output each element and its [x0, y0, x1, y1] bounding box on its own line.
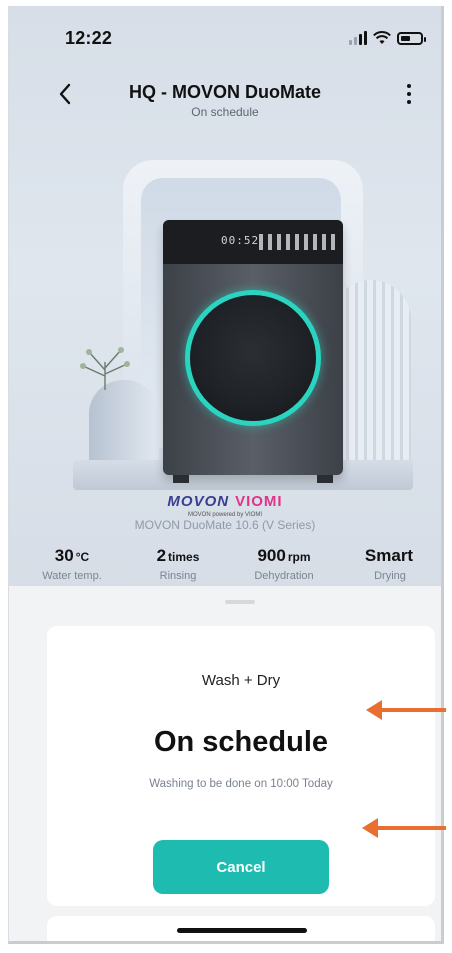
wash-mode: Wash + Dry: [201, 672, 281, 689]
product-hero: 12:22 HQ - MOVON DuoMate On schedule 00:…: [9, 6, 441, 596]
signal-icon: [349, 31, 367, 45]
more-options-button[interactable]: [399, 80, 419, 108]
status-bar: 12:22: [9, 28, 441, 52]
washer-door: [185, 290, 321, 426]
schedule-note: Washing to be done on 10:00 Today: [149, 778, 333, 790]
brand-viomi: VIOMI: [235, 493, 283, 510]
machine-display: 00:52: [221, 234, 260, 247]
schedule-status: On schedule: [153, 726, 329, 758]
stat-dehydration: 900 rpm Dehydration: [254, 546, 314, 582]
annotation-arrow: [362, 818, 446, 838]
annotation-arrow: [366, 700, 446, 720]
home-indicator[interactable]: [177, 928, 307, 933]
wash-settings: 30 °C Water temp. 2 times Rinsing 900 rpm D…: [37, 546, 425, 582]
page-subtitle: On schedule: [191, 105, 259, 119]
model-name: MOVON DuoMate 10.6 (V Series): [134, 518, 316, 532]
cancel-button[interactable]: Cancel: [153, 840, 329, 894]
stat-rinsing: 2 times Rinsing: [156, 546, 200, 582]
decor-pillar: [331, 280, 411, 490]
page-title: HQ - MOVON DuoMate: [129, 82, 321, 102]
app-header: HQ - MOVON DuoMate On schedule: [9, 78, 441, 124]
status-time: 12:22: [65, 28, 113, 48]
plant-decor: [80, 347, 130, 390]
status-icons: [349, 31, 426, 45]
more-dots-icon: [407, 84, 411, 88]
stat-drying: Smart Drying: [364, 546, 414, 582]
battery-icon: [397, 31, 426, 45]
wifi-icon: [373, 31, 391, 44]
product-image: 00:52: [73, 160, 413, 490]
bottom-sheet: Wash + Dry On schedule Washing to be don…: [9, 586, 441, 941]
brand-logo: MOVON VIOMI: [9, 493, 441, 510]
washing-machine: 00:52: [163, 220, 343, 483]
sheet-drag-handle[interactable]: [225, 600, 255, 604]
stat-water-temp: 30 °C Water temp.: [42, 546, 102, 582]
panel-indicators: [259, 234, 337, 250]
phone-screen: 12:22 HQ - MOVON DuoMate On schedule 00:…: [8, 6, 444, 944]
control-panel: 00:52: [163, 220, 343, 264]
brand-movon: MOVON: [167, 493, 230, 510]
schedule-card: Wash + Dry On schedule Washing to be don…: [47, 626, 435, 906]
